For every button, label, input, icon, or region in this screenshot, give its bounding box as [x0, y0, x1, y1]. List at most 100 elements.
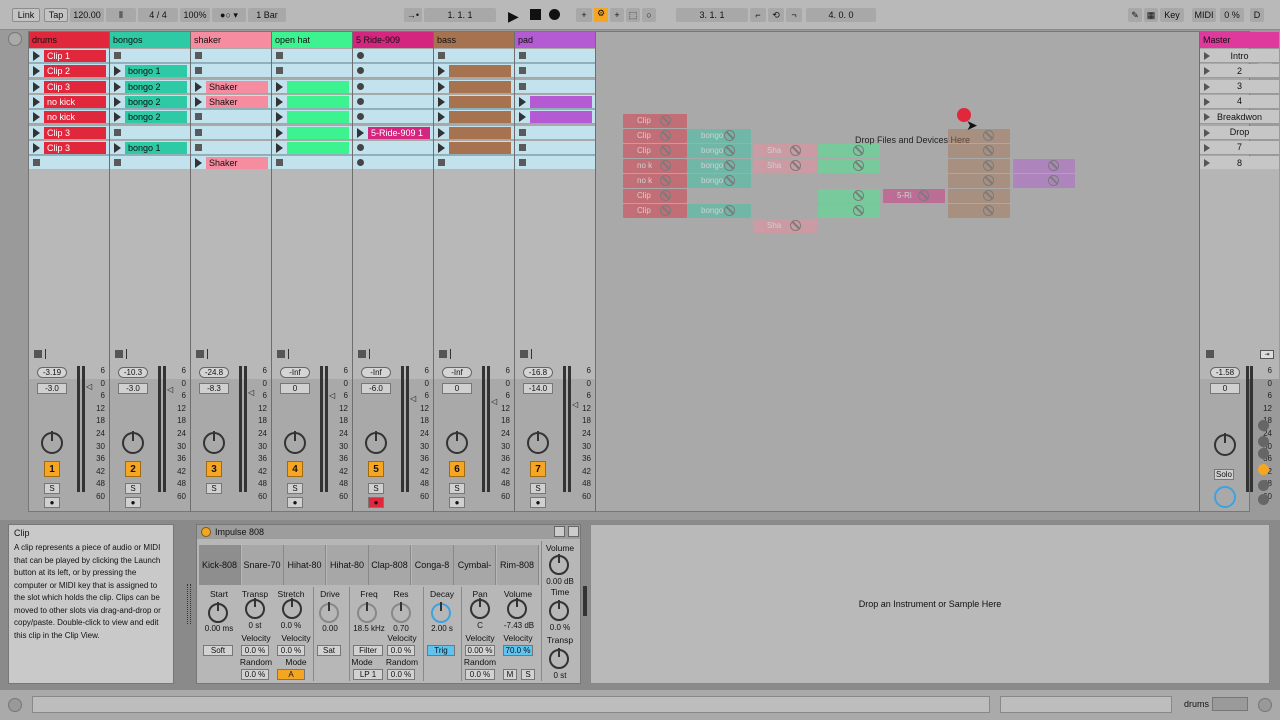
clip-launch-icon[interactable]: [33, 81, 40, 92]
clip-launch-icon[interactable]: [195, 158, 202, 169]
record-icon[interactable]: [549, 9, 560, 20]
clip[interactable]: [449, 111, 511, 124]
punch-in-icon[interactable]: ⌐: [750, 8, 766, 22]
stop-slot-icon[interactable]: [195, 143, 202, 151]
tempo-field[interactable]: 120.00: [70, 8, 104, 22]
clip-slot[interactable]: no kick: [29, 94, 109, 109]
returns-toggle-icon[interactable]: [1258, 448, 1269, 459]
clip-slot[interactable]: [353, 64, 433, 79]
clip-slot[interactable]: [515, 110, 595, 125]
track-pan-value[interactable]: -6.0: [361, 383, 391, 394]
freq-knob[interactable]: [357, 602, 377, 623]
clip-slot[interactable]: [272, 140, 352, 155]
pan-knob[interactable]: [470, 598, 490, 619]
clip-slot[interactable]: [515, 79, 595, 94]
sample-pad[interactable]: Kick-808: [199, 545, 241, 585]
clip-launch-icon[interactable]: [438, 112, 445, 123]
clip-slot[interactable]: [515, 94, 595, 109]
track-stop-icon[interactable]: [277, 350, 285, 358]
clip-slot[interactable]: Shaker: [191, 156, 271, 171]
clip-slot[interactable]: [353, 49, 433, 63]
clip-slot[interactable]: [353, 110, 433, 125]
res-random-field[interactable]: 0.0 %: [387, 669, 415, 680]
link-button[interactable]: Link: [12, 8, 40, 22]
track-header[interactable]: shaker: [191, 32, 271, 48]
clip[interactable]: [287, 126, 349, 139]
stretch-velocity-field[interactable]: 0.0 %: [277, 645, 305, 656]
res-velocity-field[interactable]: 0.0 %: [387, 645, 415, 656]
clip-slot[interactable]: [191, 140, 271, 155]
clip-slot[interactable]: [272, 156, 352, 171]
track-volume[interactable]: -Inf: [361, 367, 391, 378]
quantize-select[interactable]: 1 Bar: [248, 8, 286, 22]
clip-launch-icon[interactable]: [438, 81, 445, 92]
mode-a-button[interactable]: A: [277, 669, 305, 680]
arm-button[interactable]: ●: [449, 497, 465, 508]
loop-start-field[interactable]: 3. 1. 1: [676, 8, 748, 22]
clip-slot[interactable]: [110, 125, 190, 140]
clip[interactable]: Clip 3: [44, 80, 106, 93]
stop-slot-icon[interactable]: [114, 52, 121, 59]
decay-knob[interactable]: [431, 602, 451, 623]
loop-length-field[interactable]: 4. 0. 0: [806, 8, 876, 22]
clip[interactable]: [530, 111, 592, 124]
clip-slot[interactable]: [434, 49, 514, 63]
clip-slot[interactable]: bongo 2: [110, 79, 190, 94]
signature-field[interactable]: 4 / 4: [138, 8, 178, 22]
clip-slot[interactable]: 5-Ride-909 1: [353, 125, 433, 140]
track-activator[interactable]: 2: [125, 461, 141, 477]
clip[interactable]: [449, 65, 511, 78]
scene-launch[interactable]: 8: [1200, 156, 1279, 171]
clip[interactable]: Clip 3: [44, 141, 106, 154]
record-arm-slot-icon[interactable]: [357, 82, 364, 90]
device-edit-icon[interactable]: [554, 526, 565, 537]
track-pan-knob[interactable]: [446, 431, 468, 454]
clip-launch-icon[interactable]: [276, 142, 283, 153]
clip-slot[interactable]: [515, 49, 595, 63]
clip-slot[interactable]: [272, 110, 352, 125]
sample-pad[interactable]: Hihat-80: [284, 545, 326, 585]
clip-slot[interactable]: [272, 94, 352, 109]
volume-knob[interactable]: [507, 598, 527, 619]
clip-slot[interactable]: Clip 3: [29, 79, 109, 94]
io-toggle-icon[interactable]: [1258, 420, 1269, 431]
track-pan-knob[interactable]: [527, 431, 549, 454]
clip[interactable]: bongo 2: [125, 80, 187, 93]
clip[interactable]: no kick: [44, 111, 106, 124]
filter-button[interactable]: Filter: [353, 645, 383, 656]
track-header[interactable]: open hat: [272, 32, 352, 48]
track-pan-value[interactable]: -14.0: [523, 383, 553, 394]
solo-button[interactable]: S: [206, 483, 222, 494]
clip-slot[interactable]: [515, 64, 595, 79]
clip-slot[interactable]: [191, 110, 271, 125]
clip-launch-icon[interactable]: [33, 112, 40, 123]
sends-toggle-icon[interactable]: [1258, 436, 1269, 447]
track-volume[interactable]: -16.8: [523, 367, 553, 378]
solo-button[interactable]: S: [287, 483, 303, 494]
transp-knob[interactable]: [245, 598, 265, 619]
keyboard-icon[interactable]: ▦: [1144, 8, 1158, 22]
track-header[interactable]: 5 Ride-909: [353, 32, 433, 48]
clip-slot[interactable]: [353, 140, 433, 155]
solo-button[interactable]: Solo: [1214, 469, 1234, 480]
arm-button[interactable]: ●: [44, 497, 60, 508]
pan-velocity-field[interactable]: 0.00 %: [465, 645, 495, 656]
cue-volume-knob[interactable]: [1214, 486, 1236, 508]
clip-slot[interactable]: [272, 125, 352, 140]
clip-slot[interactable]: [434, 125, 514, 140]
clip[interactable]: [449, 95, 511, 108]
clip[interactable]: bongo 2: [125, 95, 187, 108]
clip-slot[interactable]: bongo 1: [110, 64, 190, 79]
plus-icon[interactable]: +: [576, 8, 592, 22]
clip-slot[interactable]: [110, 49, 190, 63]
clip[interactable]: bongo 2: [125, 111, 187, 124]
clip-slot[interactable]: bongo 2: [110, 110, 190, 125]
clip-slot[interactable]: [434, 79, 514, 94]
start-knob[interactable]: [208, 602, 228, 623]
scene-launch[interactable]: 3: [1200, 79, 1279, 94]
stop-slot-icon[interactable]: [438, 159, 445, 167]
info-toggle-icon[interactable]: [8, 698, 22, 712]
track-header[interactable]: bongos: [110, 32, 190, 48]
stop-slot-icon[interactable]: [276, 159, 283, 167]
clip-launch-icon[interactable]: [114, 81, 121, 92]
